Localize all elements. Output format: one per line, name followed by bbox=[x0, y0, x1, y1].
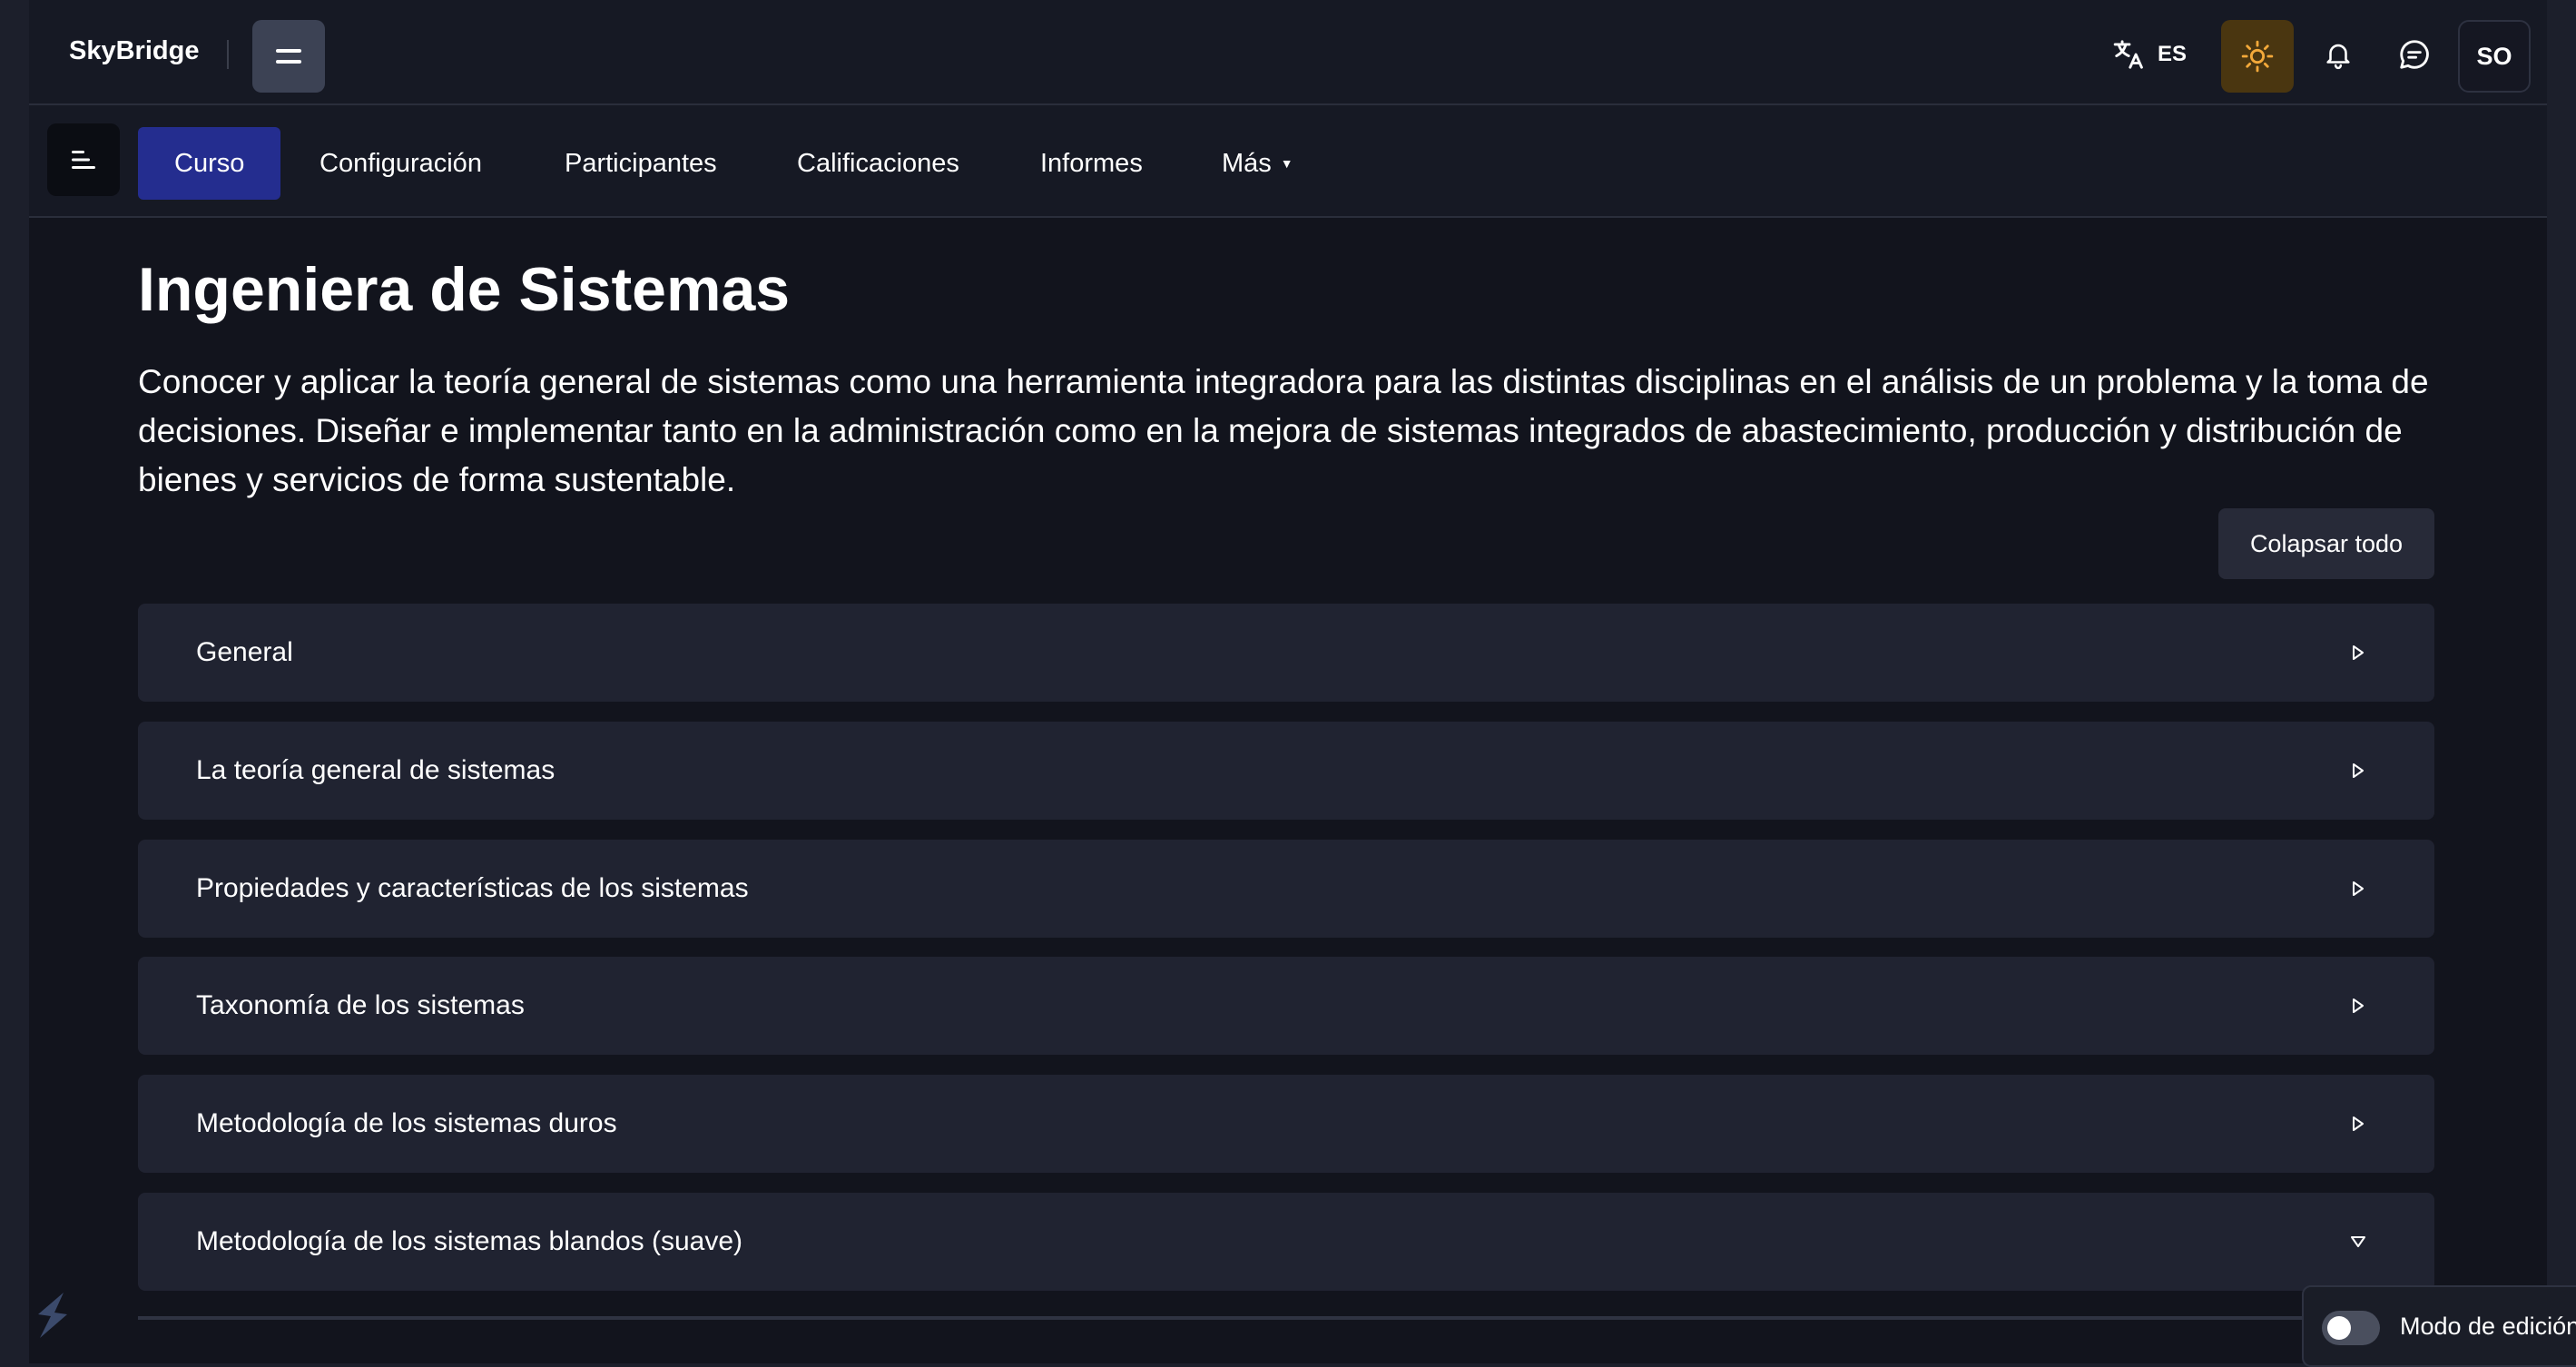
chevron-down-icon[interactable] bbox=[2340, 1224, 2376, 1260]
site-brand[interactable]: SkyBridge bbox=[69, 36, 199, 66]
course-section-propiedades[interactable]: Propiedades y características de los sis… bbox=[138, 840, 2434, 938]
tab-participantes[interactable]: Participantes bbox=[528, 127, 753, 200]
tab-configuracion[interactable]: Configuración bbox=[283, 127, 518, 200]
chevron-down-icon: ▼ bbox=[1280, 156, 1293, 171]
chevron-right-icon[interactable] bbox=[2340, 988, 2376, 1024]
top-navbar: SkyBridge ES SO bbox=[29, 0, 2547, 105]
section-title: Metodología de los sistemas duros bbox=[196, 1108, 617, 1138]
tab-curso[interactable]: Curso bbox=[138, 127, 281, 200]
tab-informes[interactable]: Informes bbox=[1004, 127, 1179, 200]
right-gutter bbox=[2547, 0, 2576, 1363]
course-index-icon bbox=[72, 151, 95, 169]
tab-label: Calificaciones bbox=[797, 148, 959, 178]
collapse-all-button[interactable]: Colapsar todo bbox=[2218, 508, 2434, 579]
toggle-knob bbox=[2327, 1316, 2351, 1340]
bell-icon[interactable] bbox=[2311, 27, 2365, 82]
chevron-right-icon[interactable] bbox=[2340, 634, 2376, 671]
tab-label: Curso bbox=[174, 148, 245, 178]
section-title: Propiedades y características de los sis… bbox=[196, 873, 749, 903]
course-section-sistemas-duros[interactable]: Metodología de los sistemas duros bbox=[138, 1075, 2434, 1173]
course-secondary-nav: Curso Configuración Participantes Califi… bbox=[29, 105, 2547, 218]
section-title: Metodología de los sistemas blandos (sua… bbox=[196, 1226, 742, 1256]
chevron-right-icon[interactable] bbox=[2340, 752, 2376, 789]
course-section-taxonomia[interactable]: Taxonomía de los sistemas bbox=[138, 957, 2434, 1055]
tab-label: Configuración bbox=[320, 148, 482, 178]
course-section-sistemas-blandos[interactable]: Metodología de los sistemas blandos (sua… bbox=[138, 1193, 2434, 1291]
tab-mas[interactable]: Más ▼ bbox=[1185, 127, 1330, 200]
section-title: Taxonomía de los sistemas bbox=[196, 990, 525, 1020]
section-title: La teoría general de sistemas bbox=[196, 755, 556, 785]
tab-label: Informes bbox=[1040, 148, 1143, 178]
drawer-icon bbox=[276, 49, 301, 64]
theme-toggle-button[interactable] bbox=[2221, 20, 2294, 93]
translate-icon[interactable] bbox=[2102, 27, 2157, 82]
tab-label: Más bbox=[1222, 148, 1272, 178]
course-section-teoria-general[interactable]: La teoría general de sistemas bbox=[138, 722, 2434, 820]
course-index-toggle[interactable] bbox=[47, 123, 120, 196]
tab-calificaciones[interactable]: Calificaciones bbox=[761, 127, 996, 200]
section-divider bbox=[138, 1316, 2434, 1320]
brand-divider bbox=[227, 40, 229, 69]
page-title: Ingeniera de Sistemas bbox=[138, 255, 791, 324]
chevron-right-icon[interactable] bbox=[2340, 870, 2376, 907]
user-avatar[interactable]: SO bbox=[2458, 20, 2531, 93]
course-section-general[interactable]: General bbox=[138, 604, 2434, 702]
left-gutter bbox=[0, 0, 29, 1363]
edit-mode-label: Modo de edición bbox=[2400, 1313, 2576, 1340]
chevron-right-icon[interactable] bbox=[2340, 1106, 2376, 1142]
course-summary: Conocer y aplicar la teoría general de s… bbox=[138, 363, 2429, 498]
chat-icon[interactable] bbox=[2387, 27, 2442, 82]
app-logo-icon[interactable] bbox=[27, 1287, 78, 1345]
sun-icon bbox=[2241, 40, 2274, 73]
tab-label: Participantes bbox=[565, 148, 717, 178]
edit-mode-toggle[interactable] bbox=[2322, 1311, 2380, 1345]
section-title: General bbox=[196, 637, 293, 667]
language-code[interactable]: ES bbox=[2158, 42, 2187, 67]
course-content: Ingeniera de Sistemas Conocer y aplicar … bbox=[29, 218, 2547, 1363]
drawer-toggle-button[interactable] bbox=[252, 20, 325, 93]
edit-mode-control: Modo de edición bbox=[2302, 1285, 2576, 1367]
